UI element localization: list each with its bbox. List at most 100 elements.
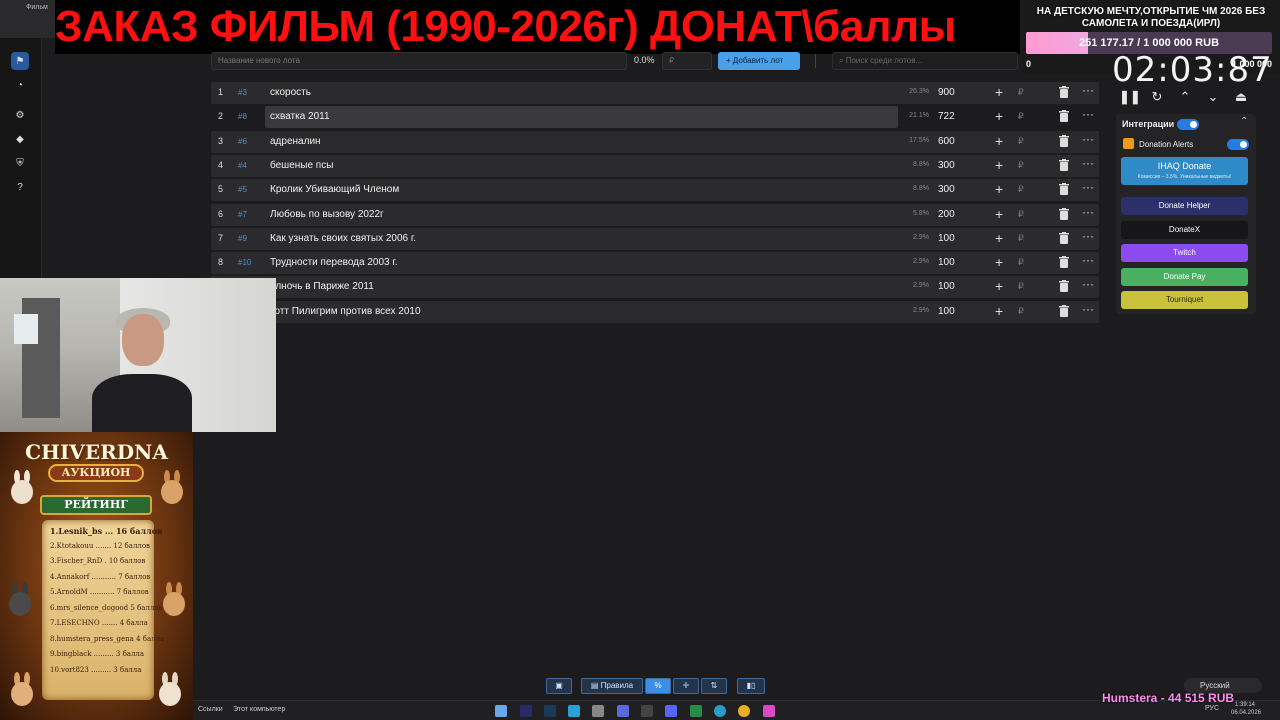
add-amount-icon[interactable]: + — [995, 108, 1003, 124]
chevron-up-icon[interactable]: ⌃ — [1240, 116, 1248, 127]
telegram-icon[interactable] — [568, 705, 580, 717]
trash-icon[interactable] — [1059, 86, 1069, 98]
add-icon[interactable]: ✛ — [673, 678, 699, 694]
new-lot-name-input[interactable]: Название нового лота — [211, 52, 627, 70]
add-lot-button[interactable]: + Добавить лот — [718, 52, 800, 70]
help-icon[interactable]: ? — [11, 178, 29, 196]
trash-icon[interactable] — [1059, 304, 1069, 317]
more-options-icon[interactable]: ··· — [1082, 83, 1094, 97]
more-options-icon[interactable]: ··· — [1082, 180, 1094, 194]
edge-icon[interactable] — [714, 705, 726, 717]
add-amount-icon[interactable]: + — [995, 303, 1003, 319]
lot-name[interactable]: Любовь по вызову 2022г — [270, 209, 384, 220]
lot-row[interactable]: олночь в Париже 2011 2.9% 100 + ₽ ··· — [211, 276, 1099, 299]
percent-toggle[interactable]: % — [645, 678, 671, 694]
lot-amount[interactable]: 100 — [938, 233, 955, 244]
more-options-icon[interactable]: ··· — [1082, 229, 1094, 243]
add-amount-icon[interactable]: + — [995, 230, 1003, 246]
more-options-icon[interactable]: ··· — [1082, 156, 1094, 170]
discord-icon[interactable] — [665, 705, 677, 717]
lot-row[interactable]: 5 #5 Кролик Убивающий Членом 8.8% 300 + ₽ ··· — [211, 179, 1099, 202]
twitch-button[interactable]: Twitch — [1121, 244, 1248, 262]
lot-name[interactable]: бешеные псы — [270, 160, 333, 171]
chevron-up-icon[interactable]: ⌃ — [1175, 89, 1195, 107]
lot-amount[interactable]: 300 — [938, 160, 955, 171]
collapse-icon[interactable]: ⏏ — [1231, 89, 1251, 107]
lot-amount[interactable]: 200 — [938, 209, 955, 220]
rules-button[interactable]: ▤ Правила — [581, 678, 643, 694]
lot-name[interactable]: схватка 2011 — [270, 111, 330, 122]
keyboard-lang[interactable]: РУС — [1205, 705, 1219, 712]
lot-amount[interactable]: 722 — [938, 111, 955, 122]
more-options-icon[interactable]: ··· — [1082, 277, 1094, 291]
lot-row[interactable]: 3 #6 адреналин 17.5% 600 + ₽ ··· — [211, 130, 1099, 153]
lot-amount[interactable]: 100 — [938, 257, 955, 268]
lot-amount[interactable]: 100 — [938, 281, 955, 292]
pause-icon[interactable]: ❚❚ — [1119, 89, 1141, 107]
add-amount-icon[interactable]: + — [995, 84, 1003, 100]
lot-row[interactable]: 1 #3 скорость 26.3% 900 + ₽ ··· — [211, 82, 1099, 104]
clear-icon[interactable]: ▮▯ — [737, 678, 765, 694]
gear-icon[interactable]: ⚙ — [11, 106, 29, 124]
donation-alerts-toggle[interactable] — [1227, 139, 1249, 150]
add-amount-icon[interactable]: + — [995, 157, 1003, 173]
settings-icon[interactable] — [592, 705, 604, 717]
more-options-icon[interactable]: ··· — [1082, 107, 1094, 121]
tourniquet-button[interactable]: Tourniquet — [1121, 291, 1248, 309]
trash-icon[interactable] — [1059, 183, 1069, 196]
lot-name[interactable]: олночь в Париже 2011 — [270, 281, 374, 292]
obs-icon[interactable] — [641, 705, 653, 717]
donate-helper-button[interactable]: Donate Helper — [1121, 197, 1248, 215]
lot-name[interactable]: адреналин — [270, 136, 321, 147]
lot-name[interactable]: скорость — [270, 87, 311, 98]
donate-pay-button[interactable]: Donate Pay — [1121, 268, 1248, 286]
calculator-icon[interactable] — [495, 705, 507, 717]
more-options-icon[interactable]: ··· — [1082, 302, 1094, 316]
lot-row[interactable]: 7 #9 Как узнать своих святых 2006 г. 2.9% 10… — [211, 227, 1099, 250]
clock-time[interactable]: 1:39:14 — [1235, 702, 1255, 708]
lot-name[interactable]: Кролик Убивающий Членом — [270, 184, 399, 195]
add-amount-icon[interactable]: + — [995, 278, 1003, 294]
links-label[interactable]: Ссылки — [198, 706, 223, 713]
more-options-icon[interactable]: ··· — [1082, 253, 1094, 267]
integrations-toggle[interactable] — [1177, 119, 1199, 130]
restart-icon[interactable]: ↻ — [1147, 89, 1167, 107]
add-amount-icon[interactable]: + — [995, 133, 1003, 149]
more-options-icon[interactable]: ··· — [1082, 205, 1094, 219]
lot-row[interactable]: 2 #8 схватка 2011 21.1% 722 + ₽ ··· — [211, 106, 1099, 128]
vpn-icon[interactable] — [617, 705, 629, 717]
chrome-icon[interactable] — [738, 705, 750, 717]
lot-amount[interactable]: 900 — [938, 87, 955, 98]
lot-name[interactable]: Трудности перевода 2003 г. — [270, 257, 398, 268]
trash-icon[interactable] — [1059, 158, 1069, 171]
lot-row[interactable]: 8 #10 Трудности перевода 2003 г. 2.9% 100 + ₽ ·… — [211, 252, 1099, 275]
lot-row[interactable]: котт Пилигрим против всех 2010 2.9% 100 + ₽ ·… — [211, 300, 1099, 323]
clock-date[interactable]: 06.04.2026 — [1231, 710, 1261, 716]
trash-icon[interactable] — [1059, 280, 1069, 293]
trash-icon[interactable] — [1059, 110, 1069, 123]
trash-icon[interactable] — [1059, 231, 1069, 244]
lot-amount[interactable]: 600 — [938, 136, 955, 147]
lot-amount[interactable]: 300 — [938, 184, 955, 195]
save-icon[interactable]: ▣ — [546, 678, 572, 694]
layers-icon[interactable]: ◆ — [11, 130, 29, 148]
premiere-icon[interactable] — [520, 705, 532, 717]
add-amount-icon[interactable]: + — [995, 254, 1003, 270]
steam-icon[interactable] — [544, 705, 556, 717]
browser-tab[interactable]: Фильм — [26, 4, 48, 11]
ihaq-donate-button[interactable]: IHAQ Donate Комиссия – 3,5%. Уникальные … — [1121, 157, 1248, 185]
add-amount-icon[interactable]: + — [995, 181, 1003, 197]
more-options-icon[interactable]: ··· — [1082, 132, 1094, 146]
shield-icon[interactable]: ⛨ — [11, 154, 29, 172]
app-icon[interactable] — [690, 705, 702, 717]
lot-search-input[interactable]: ⌕ Поиск среди лотов... — [832, 52, 1018, 70]
lot-amount[interactable]: 100 — [938, 306, 955, 317]
trash-icon[interactable] — [1059, 256, 1069, 269]
add-amount-icon[interactable]: + — [995, 206, 1003, 222]
trash-icon[interactable] — [1059, 134, 1069, 147]
new-lot-amount-input[interactable]: ₽ — [662, 52, 712, 70]
app2-icon[interactable] — [763, 705, 775, 717]
this-pc-label[interactable]: Этот компьютер — [233, 706, 285, 713]
sort-icon[interactable]: ⇅ — [701, 678, 727, 694]
lot-row[interactable]: 4 #4 бешеные псы 8.8% 300 + ₽ ··· — [211, 154, 1099, 177]
